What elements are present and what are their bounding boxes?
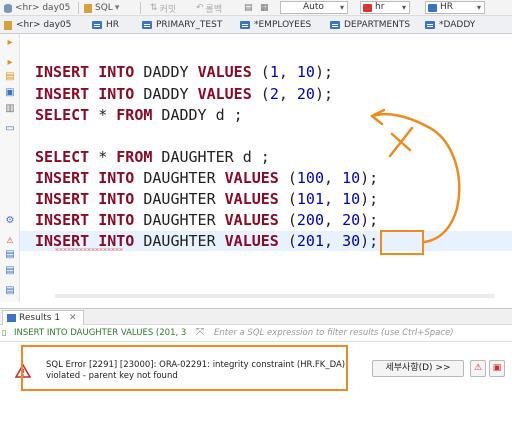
format-icon[interactable]: ▤	[5, 286, 15, 296]
commit-icon: ⇅	[150, 3, 158, 13]
close-icon[interactable]: ✕	[69, 313, 77, 323]
gear-icon[interactable]: ⚙	[5, 216, 15, 226]
code-line-7[interactable]: INSERT INTO DAUGHTER VALUES (200, 20);	[35, 210, 378, 230]
history-icon[interactable]: ▣	[5, 88, 15, 98]
code-line-3[interactable]: SELECT * FROM DADDY d ;	[35, 105, 243, 125]
commit-button[interactable]: ⇅ 커밋	[150, 1, 176, 15]
schema-icon	[363, 4, 372, 12]
table-icon	[330, 21, 340, 29]
filter-input[interactable]: Enter a SQL expression to filter results…	[214, 328, 454, 338]
code-line-6[interactable]: INSERT INTO DAUGHTER VALUES (101, 10);	[35, 189, 378, 209]
query-preview: INSERT INTO DAUGHTER VALUES (201, 3	[14, 328, 187, 338]
table-icon	[240, 21, 250, 29]
run-statement-icon[interactable]: ▸	[5, 38, 15, 48]
warning-icon[interactable]: ⚠	[470, 360, 486, 377]
chevron-down-icon: ▾	[339, 3, 344, 12]
left-gutter: ▸ ▸ ▤ ▣ ▥ ▭ ⚙ ⚠ ▤ ▤ ▤	[0, 34, 20, 302]
import-icon[interactable]: ▤	[5, 266, 15, 276]
sql-file-icon	[4, 20, 12, 30]
chevron-down-icon: ▾	[401, 3, 406, 12]
run-script-icon[interactable]: ▸	[5, 58, 15, 68]
table-icon	[92, 21, 102, 29]
code-line-4[interactable]: SELECT * FROM DAUGHTER d ;	[35, 147, 270, 167]
connection-selector[interactable]: <hr> day05	[4, 1, 70, 15]
code-line-1[interactable]: INSERT INTO DADDY VALUES (1, 10);	[35, 62, 333, 82]
chevron-down-icon: ▾	[476, 3, 481, 12]
tab-day05[interactable]: <hr> day05	[4, 17, 71, 33]
tab-results-1[interactable]: Results 1 ✕	[2, 310, 84, 325]
schema-select-1[interactable]: hr ▾	[360, 1, 410, 14]
toolbar-divider	[140, 2, 141, 14]
transaction-log-icon[interactable]: ▦	[260, 1, 269, 15]
rollback-icon: ↶	[196, 3, 204, 13]
error-squiggle	[55, 248, 123, 251]
tab-primary-test[interactable]: PRIMARY_TEST	[142, 17, 222, 33]
tab-employees[interactable]: *EMPLOYEES	[240, 17, 311, 33]
code-line-2[interactable]: INSERT INTO DADDY VALUES (2, 20);	[35, 84, 333, 104]
export-icon[interactable]: ▤	[5, 250, 15, 260]
table-icon	[142, 21, 152, 29]
terminal-icon[interactable]: ▭	[5, 124, 15, 134]
tab-departments[interactable]: DEPARTMENTS	[330, 17, 410, 33]
filter-bar: ▯ INSERT INTO DAUGHTER VALUES (201, 3 ⤧ …	[0, 326, 512, 342]
highlight-box-error	[21, 345, 348, 391]
details-button[interactable]: 세부사항(D) >>	[372, 360, 464, 377]
tab-hr[interactable]: HR	[92, 17, 119, 33]
highlight-box-value	[380, 230, 424, 255]
tab-label: <hr> day05	[16, 20, 72, 30]
transaction-mode-icon[interactable]: ▤	[244, 1, 253, 15]
load-icon[interactable]: ▥	[5, 104, 15, 114]
explain-plan-icon[interactable]: ▤	[5, 72, 15, 82]
rollback-button[interactable]: ↶ 롤백	[196, 1, 222, 15]
tab-daddy[interactable]: *DADDY	[425, 17, 475, 33]
stop-icon[interactable]: ▣	[489, 360, 505, 377]
table-icon	[425, 21, 435, 29]
sql-editor-button[interactable]: SQL ▾	[84, 1, 119, 15]
scrollbar-thumb[interactable]	[55, 294, 495, 298]
schema-select-2[interactable]: HR ▾	[425, 1, 485, 14]
connection-label: <hr> day05	[15, 3, 71, 13]
horizontal-scrollbar[interactable]	[55, 292, 505, 300]
error-marker-icon: ⚠	[6, 236, 14, 245]
sql-icon	[84, 3, 92, 13]
main-toolbar: <hr> day05 SQL ▾ ⇅ 커밋 ↶ 롤백 ▤ ▦ Auto ▾ hr…	[0, 0, 512, 16]
code-line-5[interactable]: INSERT INTO DAUGHTER VALUES (100, 10);	[35, 168, 378, 188]
query-icon: ▯	[2, 328, 7, 337]
toolbar-divider	[78, 2, 79, 14]
grid-icon	[7, 314, 16, 322]
results-tabbar: Results 1 ✕	[0, 308, 512, 325]
chevron-down-icon: ▾	[114, 3, 120, 13]
editor-tabbar: <hr> day05 HR PRIMARY_TEST *EMPLOYEES DE…	[0, 16, 512, 34]
transaction-mode-select[interactable]: Auto ▾	[280, 1, 348, 14]
schema-icon	[428, 4, 437, 12]
database-icon	[4, 3, 12, 13]
filter-expand-icon[interactable]: ⤧	[196, 327, 204, 338]
